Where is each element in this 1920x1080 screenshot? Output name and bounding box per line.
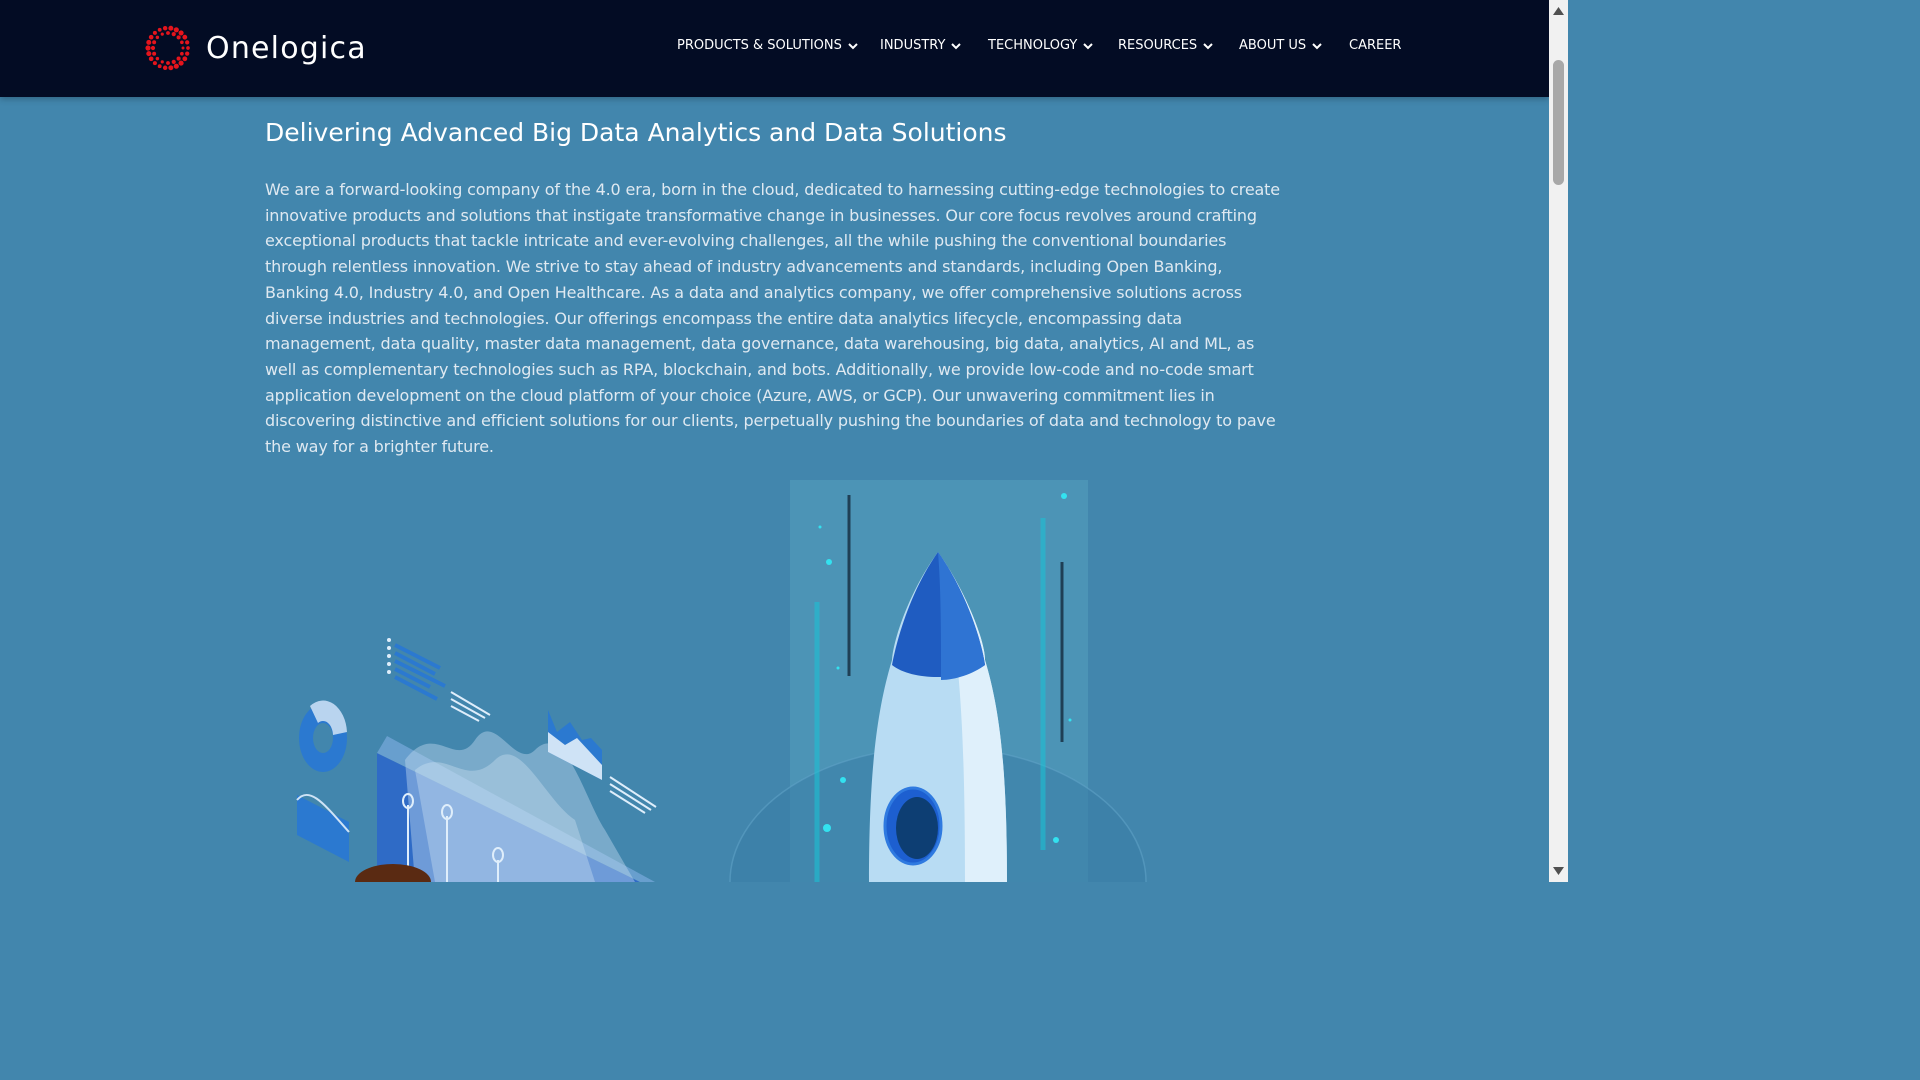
scroll-up-arrow-icon[interactable] — [1552, 6, 1565, 16]
nav-item-about-us[interactable]: ABOUT US — [1239, 38, 1323, 53]
nav-label: CAREER — [1349, 38, 1402, 53]
chevron-down-icon — [951, 42, 962, 49]
chevron-down-icon — [1312, 42, 1322, 49]
vertical-scrollbar[interactable] — [1549, 0, 1568, 882]
top-navbar: Onelogica PRODUCTS & SOLUTIONS INDUSTRY … — [0, 0, 1549, 97]
chevron-down-icon — [848, 42, 858, 49]
nav-item-resources[interactable]: RESOURCES — [1118, 38, 1214, 53]
nav-item-products-solutions[interactable]: PRODUCTS & SOLUTIONS — [677, 38, 859, 53]
hero-illustration — [265, 470, 1165, 882]
nav-label: INDUSTRY — [880, 38, 946, 53]
page-title: Delivering Advanced Big Data Analytics a… — [265, 118, 1007, 147]
nav-item-industry[interactable]: INDUSTRY — [880, 38, 962, 53]
chevron-down-icon — [1203, 42, 1213, 49]
scroll-down-arrow-icon[interactable] — [1552, 866, 1565, 876]
intro-paragraph: We are a forward-looking company of the … — [265, 180, 1280, 457]
nav-item-career[interactable]: CAREER — [1349, 38, 1401, 53]
analytics-rocket-illustration — [296, 480, 1147, 882]
scrollbar-thumb[interactable] — [1553, 60, 1564, 185]
main-nav: PRODUCTS & SOLUTIONS INDUSTRY TECHNOLOGY… — [0, 38, 1549, 58]
nav-label: PRODUCTS & SOLUTIONS — [677, 38, 842, 53]
rocket-graphic — [729, 480, 1147, 882]
nav-label: TECHNOLOGY — [988, 38, 1078, 53]
chevron-down-icon — [1083, 42, 1094, 49]
analytics-panel-graphic — [296, 638, 657, 882]
nav-item-technology[interactable]: TECHNOLOGY — [988, 38, 1094, 53]
main-content: Delivering Advanced Big Data Analytics a… — [265, 117, 1285, 460]
nav-label: ABOUT US — [1239, 38, 1307, 53]
nav-label: RESOURCES — [1118, 38, 1198, 53]
